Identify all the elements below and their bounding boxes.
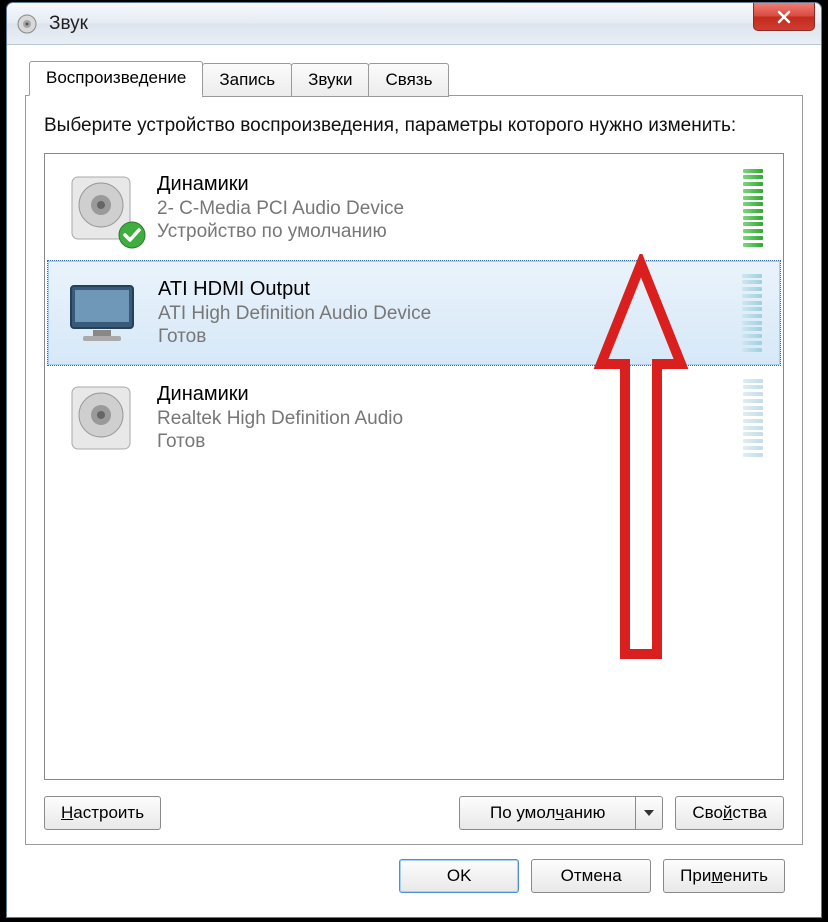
device-info: Динамики 2- C-Media PCI Audio Device Уст… xyxy=(157,173,733,243)
level-meter xyxy=(743,169,763,247)
device-name: ATI HDMI Output xyxy=(158,278,732,301)
device-desc: Realtek High Definition Audio xyxy=(157,408,733,430)
tab-communications[interactable]: Связь xyxy=(368,63,449,97)
tab-playback[interactable]: Воспроизведение xyxy=(29,61,203,96)
apply-button[interactable]: Применить xyxy=(663,859,785,893)
device-status: Готов xyxy=(158,326,732,348)
device-desc: ATI High Definition Audio Device xyxy=(158,303,732,325)
set-default-button[interactable]: По умолчанию xyxy=(459,796,635,830)
speaker-icon xyxy=(59,376,143,460)
device-item[interactable]: Динамики Realtek High Definition Audio Г… xyxy=(47,366,781,470)
set-default-dropdown[interactable] xyxy=(635,796,663,830)
monitor-icon xyxy=(60,271,144,355)
close-icon xyxy=(776,9,792,25)
tab-sounds[interactable]: Звуки xyxy=(291,63,369,97)
dialog-body: Воспроизведение Запись Звуки Связь Выбер… xyxy=(7,45,821,917)
tab-strip: Воспроизведение Запись Звуки Связь xyxy=(25,61,803,96)
device-name: Динамики xyxy=(157,173,733,196)
default-check-icon xyxy=(117,220,147,254)
titlebar[interactable]: Звук xyxy=(7,3,821,45)
tab-panel-playback: Выберите устройство воспроизведения, пар… xyxy=(25,95,803,845)
window-title: Звук xyxy=(49,13,88,35)
device-info: Динамики Realtek High Definition Audio Г… xyxy=(157,383,733,453)
tab-recording[interactable]: Запись xyxy=(202,63,292,97)
level-meter xyxy=(742,274,762,352)
properties-button[interactable]: Свойства xyxy=(675,796,784,830)
device-desc: 2- C-Media PCI Audio Device xyxy=(157,198,733,220)
device-name: Динамики xyxy=(157,383,733,406)
device-status: Готов xyxy=(157,431,733,453)
speaker-icon xyxy=(59,166,143,250)
instruction-text: Выберите устройство воспроизведения, пар… xyxy=(44,114,784,139)
device-item[interactable]: ATI HDMI Output ATI High Definition Audi… xyxy=(47,260,781,366)
dialog-footer: OK Отмена Применить xyxy=(25,845,803,907)
close-button[interactable] xyxy=(753,3,815,31)
action-row: Настроить По умолчанию Свойства xyxy=(44,796,784,830)
sound-dialog: Звук Воспроизведение Запись Звуки Связь … xyxy=(6,2,822,918)
device-item[interactable]: Динамики 2- C-Media PCI Audio Device Уст… xyxy=(47,156,781,260)
ok-button[interactable]: OK xyxy=(399,859,519,893)
level-meter xyxy=(743,379,763,457)
cancel-button[interactable]: Отмена xyxy=(531,859,651,893)
device-status: Устройство по умолчанию xyxy=(157,221,733,243)
device-info: ATI HDMI Output ATI High Definition Audi… xyxy=(158,278,732,348)
chevron-down-icon xyxy=(644,810,654,816)
device-list[interactable]: Динамики 2- C-Media PCI Audio Device Уст… xyxy=(44,153,784,780)
sound-app-icon xyxy=(15,12,39,36)
configure-button[interactable]: Настроить xyxy=(44,796,161,830)
set-default-split: По умолчанию xyxy=(459,796,663,830)
